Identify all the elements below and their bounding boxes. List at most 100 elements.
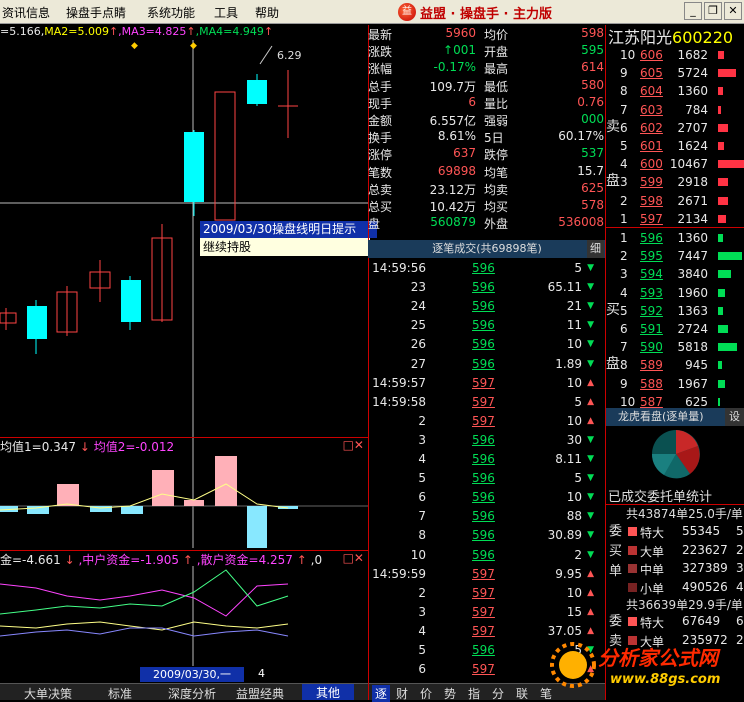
book-row: 1 596 1360 (606, 229, 744, 248)
close-icon[interactable]: □✕ (343, 438, 364, 452)
book-volume-bar (718, 87, 723, 96)
tick-time: 14:59:57 (372, 375, 426, 390)
tab-finance[interactable]: 财 (396, 685, 408, 702)
buy-stat-head: 共36639单29.9手/单 (626, 598, 743, 612)
tick-row: 14:59:59 597 9.95 ▲ (368, 565, 606, 584)
tick-time: 6 (418, 490, 426, 505)
indicator1-header: 均值1=0.347 ↓ 均值2=-0.012 □✕ (0, 437, 368, 454)
tick-arrow: ▼ (587, 339, 594, 350)
book-volume-bar (718, 178, 729, 187)
tick-time: 27 (410, 356, 426, 371)
stock-code: 600220 (672, 28, 734, 47)
menu-help[interactable]: 帮助 (255, 4, 279, 21)
quote-label2: 最高 (484, 62, 509, 77)
quote-row: 涨幅 -0.17% 最高 614 (368, 59, 606, 76)
tick-arrow: ▼ (587, 530, 594, 541)
tick-volume: 10 (566, 337, 582, 352)
tab-deep-analysis[interactable]: 深度分析 (168, 685, 216, 702)
book-price: 587 (640, 394, 663, 409)
tick-price: 596 (472, 356, 495, 371)
book-volume-bar (718, 51, 725, 59)
tick-volume: 9.95 (555, 566, 582, 581)
stat-volume: 490526 (682, 579, 728, 594)
tick-time: 14:59:59 (372, 566, 426, 581)
quote-value2: 536008 (558, 215, 604, 230)
quote-label2: 最低 (484, 79, 509, 94)
entrust-title: 已成交委托单统计 (608, 490, 713, 505)
stat-swatch (628, 545, 637, 555)
book-volume-bar (718, 379, 726, 388)
book-volume: 2707 (677, 120, 708, 135)
tick-volume: 10 (566, 413, 582, 428)
tab-other[interactable]: 其他 (302, 684, 354, 700)
quote-label2: 跌停 (484, 148, 509, 163)
book-volume-bar (718, 123, 728, 132)
tick-volume: 65.11 (547, 280, 582, 295)
tick-time: 23 (410, 280, 426, 295)
tick-row: 27 596 1.89 ▼ (368, 355, 606, 374)
main-fund-value: 金=-4.661 (0, 553, 61, 567)
tick-volume: 5 (574, 261, 582, 275)
quote-label: 换手 (368, 131, 393, 146)
tab-minute[interactable]: 分 (492, 685, 504, 702)
book-volume: 10467 (669, 157, 708, 172)
quote-label2: 外盘 (484, 217, 509, 232)
tab-trend[interactable]: 势 (444, 685, 456, 702)
ma1-value: 5.166 (9, 25, 41, 38)
tick-row: 6 596 10 ▼ (368, 488, 606, 507)
tab-classic[interactable]: 益盟经典 (236, 685, 284, 702)
book-row: 6 602 2707 (606, 119, 744, 138)
tooltip-title: 2009/03/30操盘线明日提示 (200, 221, 377, 238)
book-row: 7 603 784 (606, 101, 744, 120)
tick-time: 14:59:58 (372, 394, 426, 409)
tick-arrow: ▲ (587, 587, 594, 598)
tick-row: 7 596 88 ▼ (368, 507, 606, 526)
ticks-detail-button[interactable]: 细 (587, 240, 604, 258)
close-icon[interactable]: □✕ (343, 551, 364, 565)
indicator2-header: 金=-4.661 ↓ ,中户资金=-1.905 ↑ ,散户资金=4.257 ↑ … (0, 550, 368, 567)
quote-value: ↑001 (443, 43, 476, 58)
book-volume-bar (718, 69, 736, 78)
indicator1-value: 均值1=0.347 (0, 440, 77, 454)
tick-row: 26 596 10 ▼ (368, 335, 606, 354)
tick-volume: 2 (574, 547, 582, 562)
restore-icon[interactable]: ❐ (704, 2, 722, 20)
book-volume: 1967 (677, 376, 708, 391)
extra-value: 0 (314, 553, 323, 567)
tab-link[interactable]: 联 (516, 685, 528, 702)
minimize-icon[interactable]: _ (684, 2, 702, 20)
tick-price: 597 (472, 585, 495, 600)
tick-row: 2 597 10 ▲ (368, 584, 606, 603)
tick-price: 596 (472, 337, 495, 352)
quote-value: 5960 (445, 26, 476, 40)
close-icon[interactable]: ✕ (724, 2, 742, 20)
book-level: 5 (620, 139, 628, 153)
tab-ticks[interactable]: 逐 (372, 685, 391, 702)
tab-price[interactable]: 价 (420, 685, 432, 702)
book-volume: 1363 (677, 303, 708, 318)
stat-volume: 55345 (682, 524, 721, 538)
tab-standard[interactable]: 标准 (108, 685, 132, 702)
tab-big-order[interactable]: 大单决策 (24, 685, 72, 702)
tick-arrow: ▲ (587, 377, 594, 388)
book-volume: 5724 (677, 66, 708, 81)
quote-value2: 595 (581, 43, 604, 58)
stat-row: 小单 490526 45 (626, 578, 744, 597)
book-row: 4 600 10467 (606, 155, 744, 174)
quote-value2: 578 (581, 198, 604, 212)
book-volume: 625 (685, 394, 708, 409)
menu-tools[interactable]: 工具 (214, 4, 238, 21)
menu-system[interactable]: 系统功能 (147, 4, 195, 21)
quote-label: 涨跌 (368, 45, 393, 60)
lhkp-settings-button[interactable]: 设 (725, 408, 744, 426)
tick-row: 14:59:56 596 5 ▼ (368, 259, 606, 278)
menu-news[interactable]: 资讯信息 (2, 4, 50, 21)
book-volume: 1960 (677, 285, 708, 300)
tab-index[interactable]: 指 (468, 685, 480, 702)
menu-operator-tips[interactable]: 操盘手点睛 (66, 4, 126, 21)
candle-down (121, 280, 141, 322)
candle-up (0, 312, 17, 324)
book-row: 9 605 5724 (606, 64, 744, 83)
quote-value: 69898 (437, 163, 476, 178)
quote-value2: 625 (581, 180, 604, 195)
